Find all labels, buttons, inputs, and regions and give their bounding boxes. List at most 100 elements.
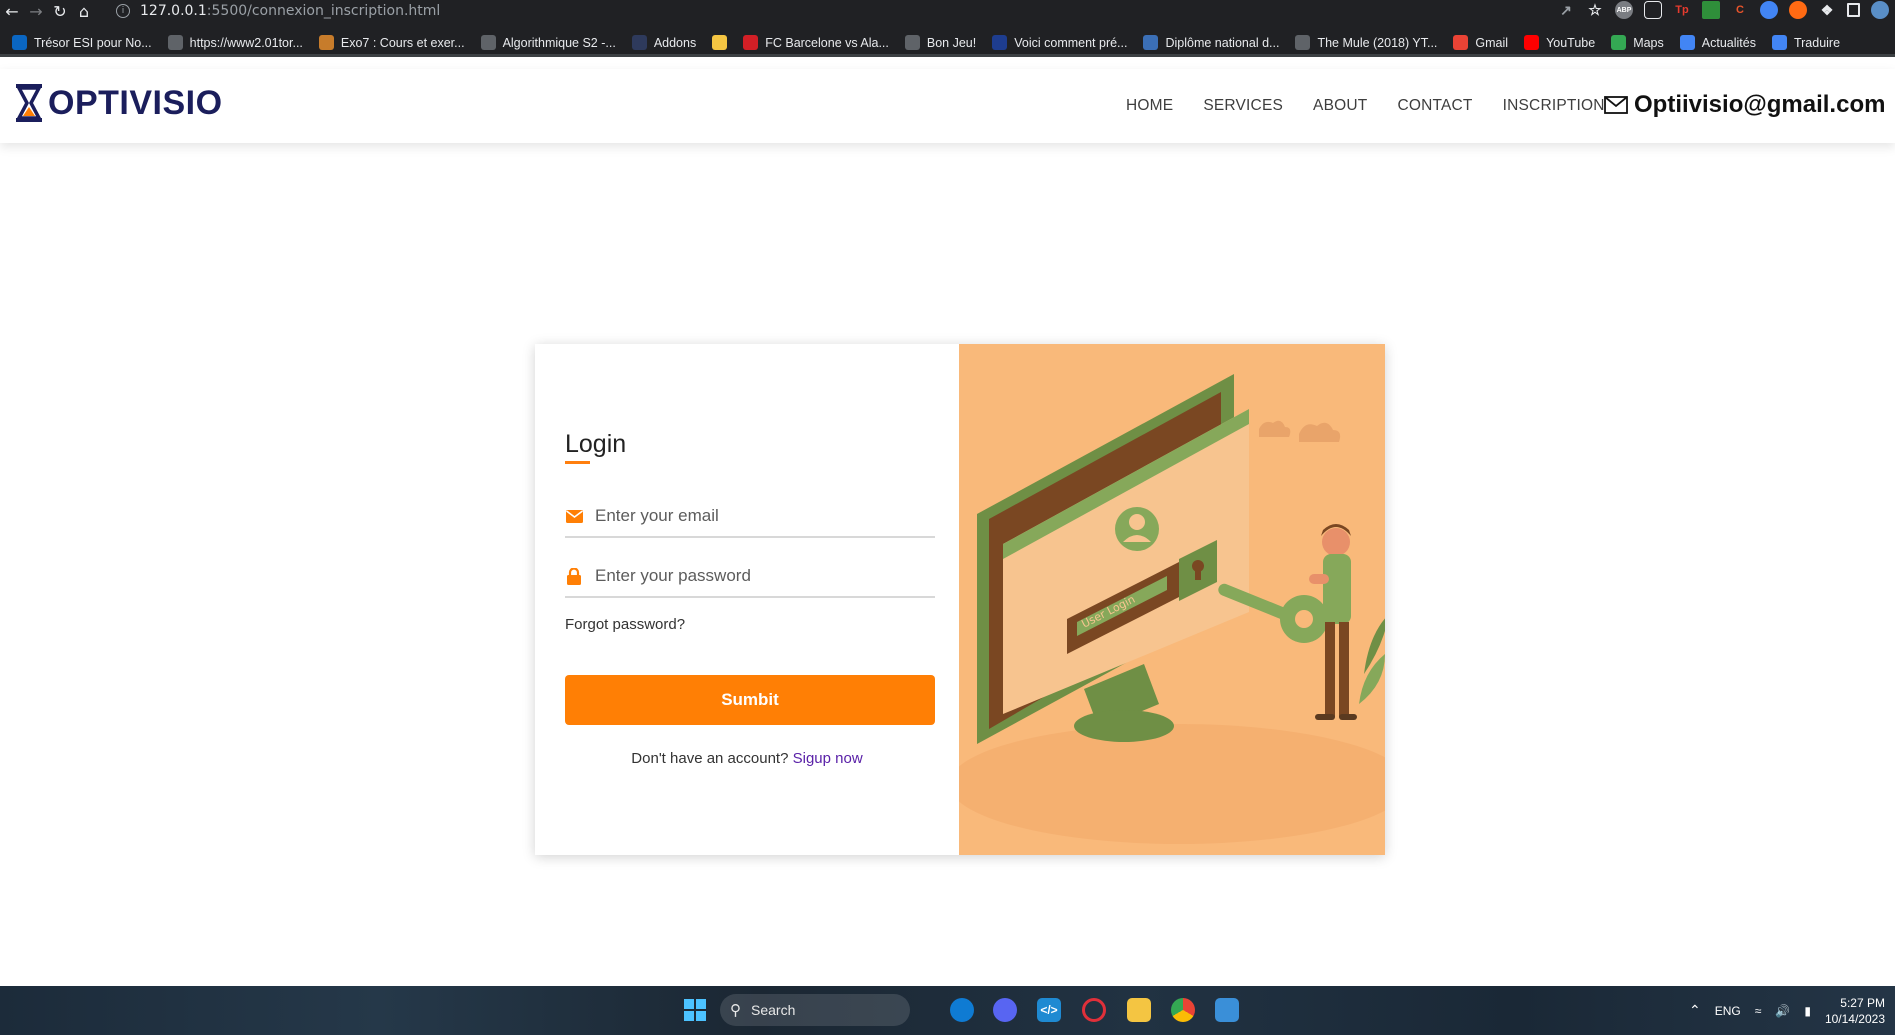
bookmark-label: Trésor ESI pour No... — [34, 35, 152, 50]
bars-icon — [1143, 35, 1159, 50]
search-icon: ⚲ — [730, 1002, 741, 1019]
vscode-icon[interactable]: </> — [1037, 998, 1061, 1022]
nav-contact[interactable]: CONTACT — [1397, 97, 1472, 115]
site-info-icon[interactable]: i — [116, 4, 130, 18]
submit-button[interactable]: Sumbit — [565, 675, 935, 725]
bookmark-item[interactable]: Maps — [1611, 35, 1664, 50]
chevron-up-icon[interactable]: ⌃ — [1689, 1002, 1701, 1019]
cloud-shape — [1299, 422, 1341, 442]
nav-services[interactable]: SERVICES — [1203, 97, 1283, 115]
bookmark-item[interactable]: Addons — [631, 35, 697, 50]
address-bar[interactable]: i 127.0.0.1:5500/connexion_inscription.h… — [116, 1, 1466, 21]
lock-icon — [565, 567, 583, 585]
puzzle-icon[interactable]: ❖ — [1818, 1, 1836, 19]
bookmark-item[interactable]: Actualités — [1679, 35, 1756, 50]
wifi-icon[interactable]: ≈ — [1755, 1004, 1762, 1018]
forgot-password-link[interactable]: Forgot password? — [565, 616, 685, 633]
bookmark-item[interactable]: Voici comment pré... — [992, 35, 1127, 50]
language-indicator[interactable]: ENG — [1715, 1004, 1741, 1018]
gmail-icon — [1453, 35, 1469, 50]
app-icon[interactable] — [1215, 998, 1239, 1022]
profile-avatar-icon[interactable] — [1871, 1, 1889, 19]
login-illustration: User Login — [959, 344, 1385, 855]
bookmark-item[interactable]: Algorithmique S2 -... — [480, 35, 616, 50]
addons-icon — [631, 35, 647, 50]
clock-time: 5:27 PM — [1840, 995, 1885, 1010]
signup-row: Don't have an account? Sigup now — [535, 750, 959, 767]
bookmark-item[interactable]: Trésor ESI pour No... — [12, 35, 152, 50]
nav-home[interactable]: HOME — [1126, 97, 1173, 115]
opera-icon[interactable] — [1082, 998, 1106, 1022]
edge-icon[interactable] — [950, 998, 974, 1022]
login-title: Login — [565, 430, 627, 458]
clock[interactable]: 5:27 PM 10/14/2023 — [1825, 995, 1885, 1027]
battery-icon[interactable]: ▮ — [1804, 1004, 1811, 1018]
gear-icon — [480, 35, 496, 50]
bookmark-item[interactable]: Exo7 : Cours et exer... — [318, 35, 465, 50]
share-icon[interactable]: ↗ — [1557, 1, 1575, 19]
signup-link[interactable]: Sigup now — [793, 750, 863, 767]
volume-icon[interactable]: 🔊 — [1775, 1004, 1790, 1018]
bookmark-label: Maps — [1633, 35, 1664, 50]
os-taskbar: ⚲ Search </> ⌃ ENG ≈ 🔊 ▮ 5:27 PM 10/14/2… — [0, 986, 1895, 1035]
youtube-icon — [1524, 35, 1540, 50]
maps-icon — [1611, 35, 1627, 50]
system-tray: ⌃ ENG ≈ 🔊 ▮ 5:27 PM 10/14/2023 — [1689, 986, 1895, 1035]
translate-icon — [1771, 35, 1787, 50]
hourglass-logo-icon — [16, 84, 42, 122]
login-form: Login Forgot password? Sumbit Don't have… — [535, 344, 959, 855]
star-icon[interactable]: ☆ — [1586, 1, 1604, 19]
signup-prompt: Don't have an account? — [631, 750, 789, 767]
sidepanel-icon[interactable] — [1847, 3, 1860, 17]
globe-icon — [1295, 35, 1311, 50]
c-extension-icon[interactable]: C — [1731, 1, 1749, 19]
bookmark-label: Addons — [653, 35, 697, 50]
bookmark-item[interactable]: Traduire — [1771, 35, 1840, 50]
grid-icon — [318, 35, 334, 50]
header-email[interactable]: Optiivisio@gmail.com — [1604, 91, 1885, 119]
person-leg — [1325, 622, 1335, 717]
url-path: :5500/connexion_inscription.html — [206, 3, 441, 19]
bookmark-label: The Mule (2018) YT... — [1317, 35, 1438, 50]
bookmark-item[interactable]: The Mule (2018) YT... — [1295, 35, 1437, 50]
discord-icon[interactable] — [993, 998, 1017, 1022]
windows-start-icon[interactable] — [684, 999, 706, 1021]
person-arm — [1309, 574, 1329, 584]
email-input[interactable] — [595, 506, 915, 526]
bookmarks-bar: Trésor ESI pour No... https://www2.01tor.… — [0, 31, 1895, 57]
chrome-icon[interactable] — [1171, 998, 1195, 1022]
bookmark-item[interactable]: FC Barcelone vs Ala... — [743, 35, 889, 50]
bookmark-item[interactable]: Bon Jeu! — [904, 35, 977, 50]
password-field — [565, 556, 935, 598]
bookmark-item[interactable]: Diplôme national d... — [1143, 35, 1279, 50]
main-nav: HOME SERVICES ABOUT CONTACT INSCRIPTION — [1126, 97, 1605, 115]
bookmark-label: Actualités — [1701, 35, 1756, 50]
abp-extension-icon[interactable]: ABP — [1615, 1, 1633, 19]
globe-extension-icon[interactable] — [1760, 1, 1778, 19]
extensions-strip: ↗ ☆ ABP Tp C ❖ — [1557, 1, 1889, 19]
tp-extension-icon[interactable]: Tp — [1673, 1, 1691, 19]
back-arrow-icon[interactable]: ← — [0, 1, 24, 21]
reload-icon[interactable]: ↻ — [48, 1, 72, 21]
bookmark-item[interactable] — [712, 35, 728, 50]
brand-logo[interactable]: OPTIVISIO — [14, 83, 223, 123]
file-explorer-icon[interactable] — [1127, 998, 1151, 1022]
bookmark-label: Algorithmique S2 -... — [502, 35, 616, 50]
brand-name: OPTIVISIO — [48, 83, 223, 122]
password-input[interactable] — [595, 566, 915, 586]
download-extension-icon[interactable] — [1702, 1, 1720, 19]
screen-extension-icon[interactable] — [1644, 1, 1662, 19]
bookmark-item[interactable]: https://www2.01tor... — [167, 35, 303, 50]
bookmark-item[interactable]: YouTube — [1524, 35, 1595, 50]
bookmark-label: Gmail — [1475, 35, 1509, 50]
taskbar-search[interactable]: ⚲ Search — [720, 994, 910, 1026]
orange-extension-icon[interactable] — [1789, 1, 1807, 19]
login-illustration-svg: User Login — [959, 374, 1385, 844]
home-icon[interactable]: ⌂ — [72, 1, 96, 21]
bookmark-item[interactable]: Gmail — [1453, 35, 1508, 50]
bookmark-label: Bon Jeu! — [926, 35, 977, 50]
nav-about[interactable]: ABOUT — [1313, 97, 1367, 115]
forward-arrow-icon[interactable]: → — [24, 1, 48, 21]
nav-inscription[interactable]: INSCRIPTION — [1503, 97, 1605, 115]
bookmark-label: Exo7 : Cours et exer... — [340, 35, 465, 50]
